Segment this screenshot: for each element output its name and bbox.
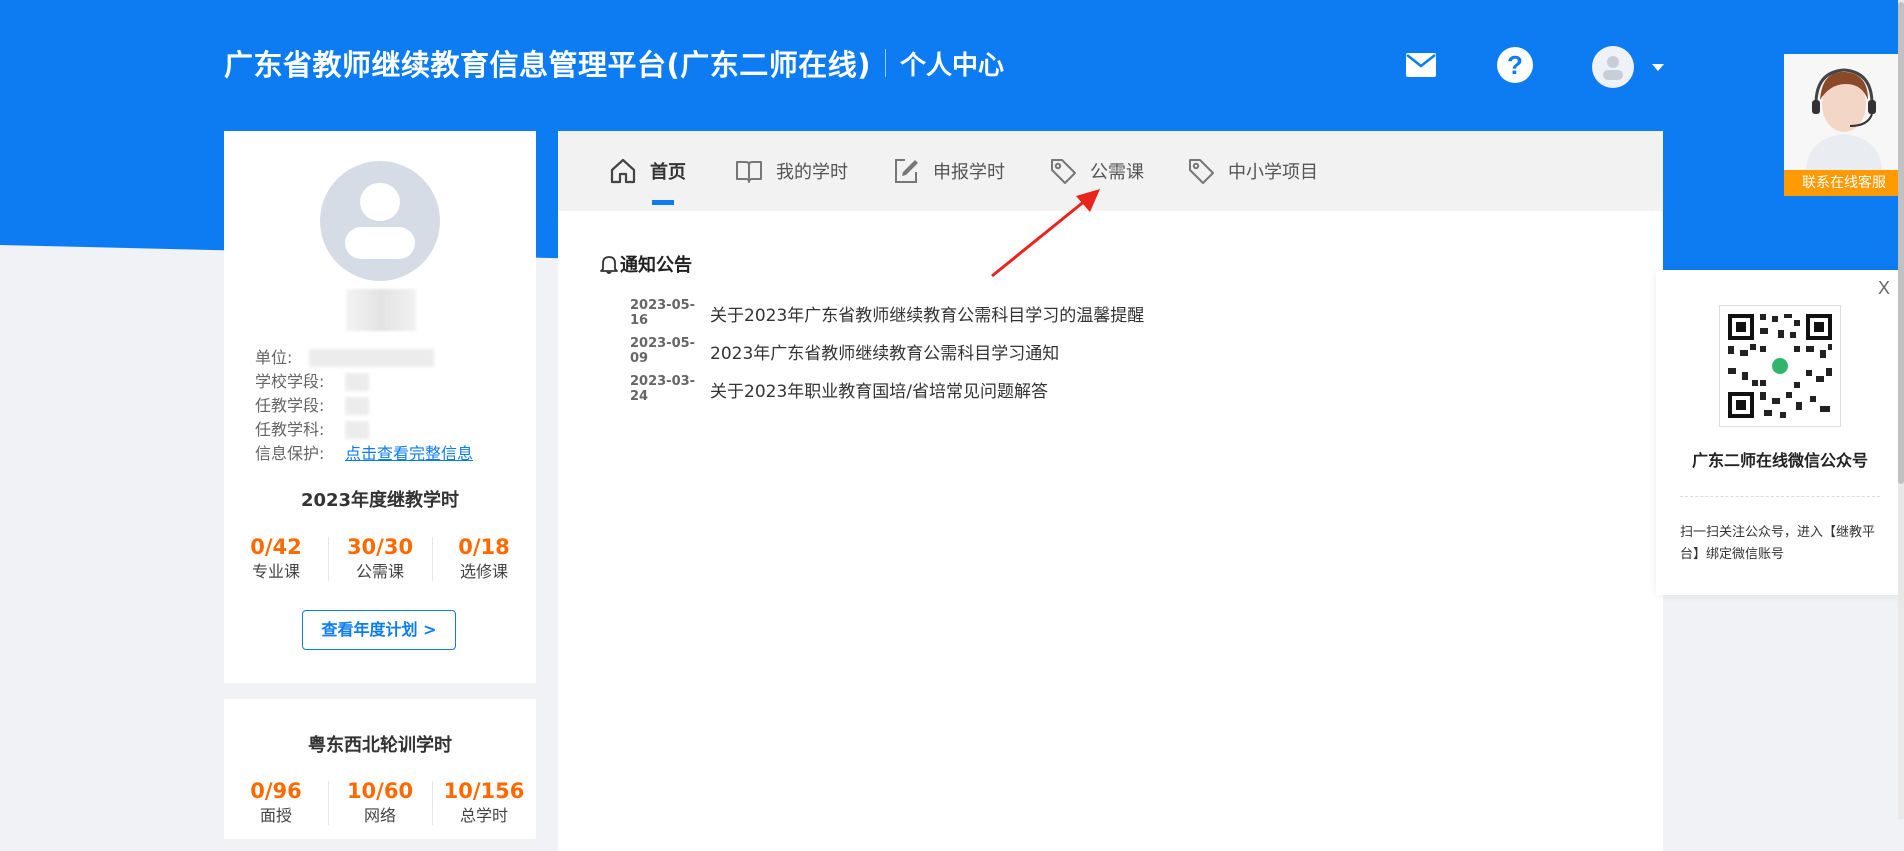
info-label-teaching-stage: 任教学段: [255, 396, 325, 415]
stat-label: 网络 [363, 806, 396, 825]
user-icon [1603, 56, 1623, 80]
stat-label: 面授 [259, 806, 292, 825]
stat-public: 30/30 公需课 [328, 533, 432, 583]
user-icon [345, 183, 415, 259]
stat-value: 10/156 [443, 779, 525, 803]
home-icon [610, 158, 636, 184]
notice-date: 2023-03-24 [630, 374, 696, 404]
view-annual-plan-button[interactable]: 查看年度计划 > [302, 610, 456, 650]
title-divider [885, 49, 887, 77]
bell-icon [600, 256, 618, 274]
view-full-info-link[interactable]: 点击查看完整信息 [345, 442, 473, 466]
stat-label: 公需课 [355, 562, 404, 581]
tab-bar: 首页 我的学时 申报学时 公需课 中小学项目 [558, 131, 1663, 211]
page-header: 广东省教师继续教育信息管理平台(广东二师在线) 个人中心 [224, 42, 1004, 84]
tab-label: 我的学时 [776, 162, 848, 183]
tab-primary-secondary-projects[interactable]: 中小学项目 [1186, 131, 1318, 211]
site-title: 广东省教师继续教育信息管理平台(广东二师在线) [224, 48, 872, 82]
list-item[interactable]: 2023-05-16 关于2023年广东省教师继续教育公需科目学习的温馨提醒 [630, 294, 1144, 332]
online-service-widget[interactable]: 联系在线客服 [1784, 54, 1904, 196]
online-service-label[interactable]: 联系在线客服 [1784, 170, 1904, 196]
main-panel: 首页 我的学时 申报学时 公需课 中小学项目 通知公告 2023-05-16 关… [558, 131, 1663, 851]
profile-avatar [320, 161, 440, 281]
rotation-stats: 0/96 面授 10/60 网络 10/156 总学时 [224, 777, 536, 827]
service-agent-avatar [1784, 54, 1904, 170]
stat-professional: 0/42 专业课 [224, 533, 328, 583]
notice-list: 2023-05-16 关于2023年广东省教师继续教育公需科目学习的温馨提醒 2… [630, 294, 1144, 408]
year-hours-stats: 0/42 专业课 30/30 公需课 0/18 选修课 [224, 533, 536, 583]
info-label-school-stage: 学校学段: [255, 372, 325, 391]
user-menu-caret-icon[interactable] [1652, 64, 1664, 71]
divider [1680, 496, 1880, 497]
list-item[interactable]: 2023-05-09 2023年广东省教师继续教育公需科目学习通知 [630, 332, 1144, 370]
wechat-qr-panel: X 广东二师在线微信公众号 扫一扫关注公众号，进入【继教平台】绑定微信账号 [1656, 270, 1904, 595]
edit-icon [895, 159, 918, 183]
rotation-title: 粤东西北轮训学时 [308, 735, 452, 756]
stat-value: 0/18 [458, 535, 510, 559]
help-icon[interactable]: ? [1497, 47, 1533, 83]
redacted-value [345, 373, 369, 391]
page-subtitle: 个人中心 [900, 50, 1005, 81]
mail-icon[interactable] [1406, 53, 1436, 77]
close-icon[interactable]: X [1878, 278, 1890, 299]
qr-code-icon [1728, 314, 1832, 418]
notice-date: 2023-05-09 [630, 336, 696, 366]
stat-label: 总学时 [459, 806, 508, 825]
stat-face-to-face: 0/96 面授 [224, 777, 328, 827]
wechat-title: 广东二师在线微信公众号 [1691, 451, 1868, 470]
stat-label: 专业课 [251, 562, 300, 581]
page-scrollbar[interactable] [1898, 0, 1904, 819]
notice-title[interactable]: 关于2023年广东省教师继续教育公需科目学习的温馨提醒 [710, 301, 1144, 326]
redacted-value [345, 397, 369, 415]
profile-card: 单位: 学校学段: 任教学段: 任教学科: 信息保护: 点击查看完整信息 2023… [224, 131, 536, 683]
info-label-privacy: 信息保护: [255, 444, 325, 463]
stat-value: 0/42 [250, 535, 302, 559]
year-hours-title: 2023年度继教学时 [300, 490, 460, 511]
info-label-subject: 任教学科: [255, 420, 325, 439]
notice-heading-label: 通知公告 [620, 255, 692, 276]
book-icon [736, 161, 762, 183]
list-item[interactable]: 2023-03-24 关于2023年职业教育国培/省培常见问题解答 [630, 370, 1144, 408]
user-avatar[interactable] [1592, 46, 1634, 88]
stat-elective: 0/18 选修课 [432, 533, 536, 583]
scrollbar-thumb[interactable] [1898, 2, 1904, 484]
tag-icon [1189, 159, 1214, 184]
notice-title[interactable]: 2023年广东省教师继续教育公需科目学习通知 [710, 339, 1059, 364]
tab-my-hours[interactable]: 我的学时 [734, 131, 848, 211]
notice-date: 2023-05-16 [630, 298, 696, 328]
stat-online: 10/60 网络 [328, 777, 432, 827]
tab-label: 首页 [650, 162, 686, 183]
redacted-value [309, 349, 434, 367]
rotation-training-card: 粤东西北轮训学时 0/96 面授 10/60 网络 10/156 总学时 [224, 699, 536, 839]
active-tab-indicator [652, 200, 674, 205]
stat-total: 10/156 总学时 [432, 777, 536, 827]
annotation-arrow-icon [991, 189, 1100, 278]
stat-value: 10/60 [346, 779, 414, 803]
stat-value: 0/96 [250, 779, 302, 803]
redacted-value [345, 421, 369, 439]
notice-heading: 通知公告 [598, 251, 692, 277]
wechat-qr-code [1719, 305, 1841, 427]
notice-title[interactable]: 关于2023年职业教育国培/省培常见问题解答 [710, 377, 1048, 402]
stat-value: 30/30 [346, 535, 414, 559]
tab-home[interactable]: 首页 [608, 131, 686, 211]
profile-info: 单位: 学校学段: 任教学段: 任教学科: 信息保护: 点击查看完整信息 [255, 346, 473, 466]
stat-label: 选修课 [459, 562, 508, 581]
user-name-redacted [346, 289, 416, 331]
tab-label: 中小学项目 [1228, 162, 1318, 183]
wechat-description: 扫一扫关注公众号，进入【继教平台】绑定微信账号 [1680, 525, 1876, 562]
